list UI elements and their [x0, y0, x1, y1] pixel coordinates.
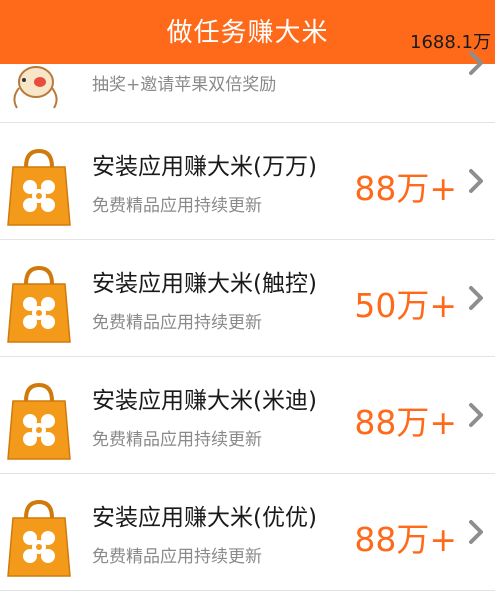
task-subtitle: 免费精品应用持续更新: [92, 547, 262, 567]
shopping-bag-icon: [7, 148, 71, 226]
task-item-install-app[interactable]: 安装应用赚大米(米迪) 免费精品应用持续更新 88万+: [0, 357, 495, 474]
shopping-bag-icon: [7, 382, 71, 460]
task-subtitle: 免费精品应用持续更新: [92, 196, 262, 216]
task-title: 安装应用赚大米(优优): [92, 505, 317, 531]
task-item-lottery[interactable]: 抽奖+邀请苹果双倍奖励: [0, 51, 495, 123]
task-subtitle: 抽奖+邀请苹果双倍奖励: [92, 75, 277, 95]
cartoon-character-icon: [13, 66, 58, 109]
chevron-right-icon: [469, 520, 483, 544]
task-subtitle: 免费精品应用持续更新: [92, 313, 262, 333]
app-header: 做任务赚大米 1688.1万: [0, 0, 495, 64]
task-title: 安装应用赚大米(触控): [92, 271, 317, 297]
task-subtitle: 免费精品应用持续更新: [92, 430, 262, 450]
task-list: 抽奖+邀请苹果双倍奖励 安装应用赚大米(万万) 免费精品应用持续更新 88万+: [0, 51, 495, 591]
chevron-right-icon: [469, 51, 483, 75]
task-title: 安装应用赚大米(万万): [92, 154, 317, 180]
reward-amount: 50万+: [354, 286, 457, 325]
reward-amount: 88万+: [354, 520, 457, 559]
task-item-install-app[interactable]: 安装应用赚大米(触控) 免费精品应用持续更新 50万+: [0, 240, 495, 357]
chevron-right-icon: [469, 403, 483, 427]
shopping-bag-icon: [7, 499, 71, 577]
reward-amount: 88万+: [354, 169, 457, 208]
task-item-install-app[interactable]: 安装应用赚大米(万万) 免费精品应用持续更新 88万+: [0, 123, 495, 240]
task-title: 安装应用赚大米(米迪): [92, 388, 317, 414]
reward-amount: 88万+: [354, 403, 457, 442]
chevron-right-icon: [469, 286, 483, 310]
chevron-right-icon: [469, 169, 483, 193]
task-item-install-app[interactable]: 安装应用赚大米(优优) 免费精品应用持续更新 88万+: [0, 474, 495, 591]
shopping-bag-icon: [7, 265, 71, 343]
